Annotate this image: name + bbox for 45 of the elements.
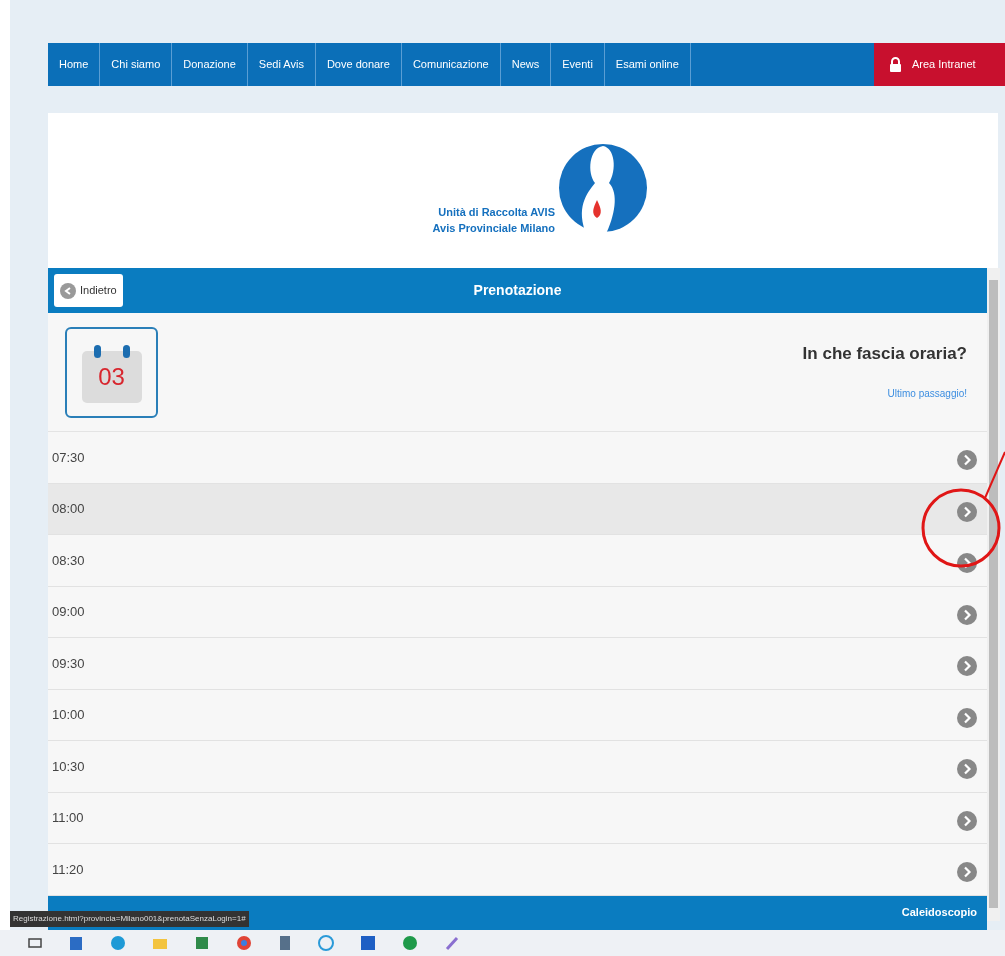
nav-link[interactable]: Chi siamo <box>100 43 173 86</box>
nav-link[interactable]: News <box>500 43 552 86</box>
logo-subtitle: Avis Provinciale Milano <box>432 220 555 236</box>
time-slot-row[interactable]: 08:30 <box>48 535 987 587</box>
chevron-right-icon <box>957 707 977 728</box>
task-view-icon[interactable] <box>28 936 42 950</box>
chevron-right-icon <box>957 501 977 522</box>
circle-app-icon[interactable] <box>402 935 418 951</box>
chevron-right-icon <box>957 759 977 780</box>
time-slot-row[interactable]: 08:00 <box>48 483 987 535</box>
nav-link[interactable]: Dove donare <box>315 43 402 86</box>
calendar-day: 03 <box>81 363 142 391</box>
logo-text: Unità di Raccolta AVIS <box>438 204 555 220</box>
back-button[interactable]: Indietro <box>54 274 123 307</box>
spreadsheet-icon[interactable] <box>194 935 210 951</box>
chevron-right-icon <box>957 810 977 831</box>
chevron-right-icon <box>957 450 977 471</box>
nav-link[interactable]: Sedi Avis <box>247 43 316 86</box>
padlock-icon <box>889 57 902 72</box>
time-slot-row[interactable]: 07:30 <box>48 432 987 484</box>
nav-link[interactable]: Comunicazione <box>401 43 501 86</box>
question-heading: In che fascia oraria? <box>802 342 967 365</box>
url-tooltip: Registrazione.html?provincia=Milano001&prenotaSenzaLogin=1# <box>10 911 249 927</box>
nav-link[interactable]: Donazione <box>172 43 248 86</box>
footer-text: Caleidoscopio <box>901 905 977 921</box>
time-slot-row[interactable]: 10:30 <box>48 741 987 793</box>
chevron-right-icon <box>957 862 977 883</box>
calendar-ring <box>122 345 130 358</box>
time-slot-row[interactable]: 11:00 <box>48 792 987 844</box>
nav-link[interactable]: Eventi <box>551 43 605 86</box>
intranet-button[interactable]: Area Intranet <box>874 43 1005 86</box>
chevron-right-icon <box>957 656 977 677</box>
time-slot-row[interactable]: 10:00 <box>48 689 987 741</box>
chevron-right-icon <box>957 604 977 625</box>
note-text: Ultimo passaggio! <box>887 387 967 402</box>
time-slot-row[interactable]: 09:00 <box>48 586 987 638</box>
chevron-right-icon <box>957 553 977 574</box>
page-title: Prenotazione <box>473 281 562 300</box>
browser-icon[interactable] <box>110 935 126 951</box>
browser-icon[interactable] <box>236 935 252 951</box>
nav-link[interactable]: Home <box>48 43 101 86</box>
time-slot-row[interactable]: 09:30 <box>48 638 987 690</box>
nav-link[interactable]: Esami online <box>604 43 691 86</box>
time-slot-row[interactable]: 11:20 <box>48 844 987 896</box>
calendar-ring <box>93 345 101 358</box>
